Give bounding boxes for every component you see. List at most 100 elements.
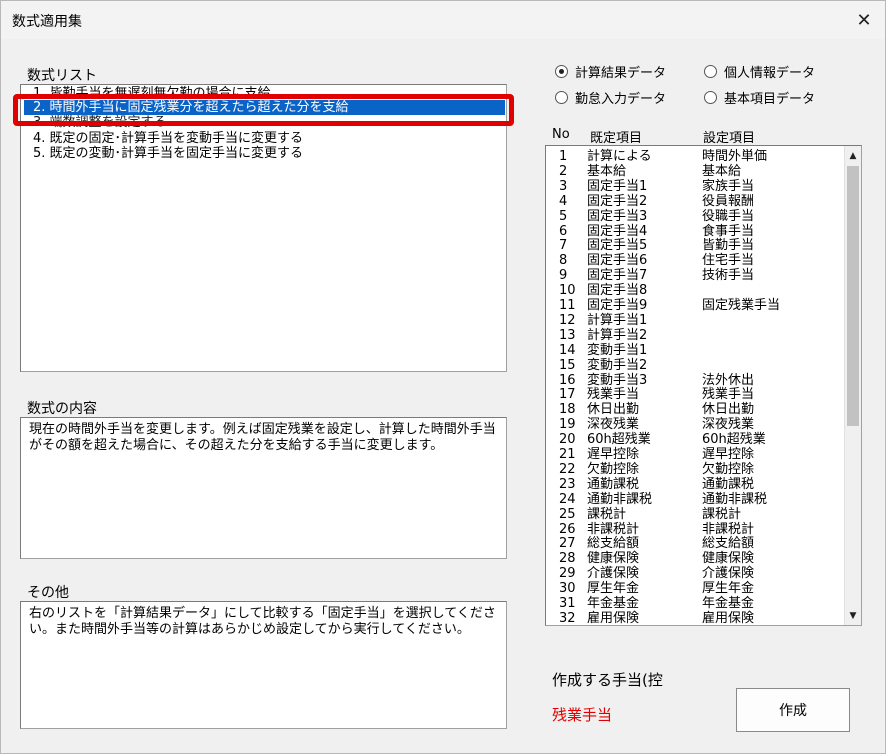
row-default-item: 残業手当 [587, 387, 640, 403]
table-row[interactable]: 14 変動手当1 [546, 343, 844, 358]
table-row[interactable]: 21 遅早控除 遅早控除 [546, 447, 844, 462]
other-box[interactable]: 右のリストを「計算結果データ」にして比較する「固定手当」を選択してください。また… [20, 601, 507, 729]
row-setting-item: 遅早控除 [702, 447, 755, 462]
row-setting-item: 技術手当 [702, 268, 755, 284]
table-row[interactable]: 4 固定手当2 役員報酬 [546, 194, 844, 209]
row-number: 2 [559, 163, 568, 179]
row-setting-item: 通勤非課税 [702, 491, 768, 507]
window-title: 数式適用集 [12, 14, 82, 30]
row-number: 19 [559, 417, 576, 433]
radio-indicator [555, 65, 568, 78]
table-row[interactable]: 19 深夜残業 深夜残業 [546, 417, 844, 432]
row-default-item: 総支給額 [587, 536, 640, 552]
row-default-item: 計算手当1 [587, 312, 648, 328]
table-row[interactable]: 28 健康保険 健康保険 [546, 551, 844, 566]
vertical-scrollbar[interactable]: ▲ ▼ [844, 146, 861, 625]
row-default-item: 計算手当2 [587, 327, 648, 343]
row-default-item: 欠勤控除 [587, 461, 640, 477]
table-row[interactable]: 24 通勤非課税 通勤非課税 [546, 492, 844, 507]
list-item[interactable]: 1. 皆勤手当を無遅刻無欠勤の場合に支給 [33, 86, 271, 101]
item-listbox[interactable]: 1 計算による 時間外単価 2 基本給 基本給 3 固定手当1 家族手当 4 固定手当2 役員報酬 5 固… [545, 145, 862, 626]
formula-listbox[interactable]: 1. 皆勤手当を無遅刻無欠勤の場合に支給 2. 時間外手当に固定残業分を超えたら… [20, 84, 507, 372]
create-button[interactable]: 作成 [736, 688, 850, 732]
table-row[interactable]: 6 固定手当4 食事手当 [546, 224, 844, 239]
table-row[interactable]: 18 休日出勤 休日出勤 [546, 402, 844, 417]
row-number: 30 [559, 581, 576, 597]
row-number: 13 [559, 327, 576, 343]
table-row[interactable]: 27 総支給額 総支給額 [546, 536, 844, 551]
row-number: 5 [559, 208, 568, 224]
row-number: 15 [559, 357, 576, 373]
table-row[interactable]: 7 固定手当5 皆勤手当 [546, 238, 844, 253]
table-row[interactable]: 8 固定手当6 住宅手当 [546, 253, 844, 268]
row-default-item: 通勤非課税 [587, 491, 653, 507]
radio-indicator [704, 91, 717, 104]
radio-indicator [555, 91, 568, 104]
table-row[interactable]: 15 変動手当2 [546, 358, 844, 373]
scroll-up-button[interactable]: ▲ [845, 147, 861, 164]
row-default-item: 固定手当5 [587, 238, 648, 254]
radio-calc-result[interactable]: 計算結果データ [555, 62, 666, 81]
formula-content-box[interactable]: 現在の時間外手当を変更します。例えば固定残業を設定し、計算した時間外手当がその額… [20, 417, 507, 559]
list-item[interactable]: 5. 既定の変動･計算手当を固定手当に変更する [33, 146, 303, 161]
list-item[interactable]: 4. 既定の固定･計算手当を変動手当に変更する [33, 131, 303, 146]
scroll-thumb[interactable] [847, 166, 859, 426]
row-default-item: 非課税計 [587, 521, 640, 537]
row-default-item: 基本給 [587, 163, 627, 179]
other-label: その他 [27, 585, 69, 601]
row-setting-item: 時間外単価 [702, 149, 768, 164]
dialog-window: 数式適用集 ✕ 数式リスト 1. 皆勤手当を無遅刻無欠勤の場合に支給 2. 時間… [0, 0, 886, 754]
row-number: 4 [559, 193, 568, 209]
row-number: 29 [559, 566, 576, 582]
close-button[interactable]: ✕ [851, 7, 877, 33]
row-number: 32 [559, 610, 576, 626]
table-row[interactable]: 17 残業手当 残業手当 [546, 387, 844, 402]
table-row[interactable]: 5 固定手当3 役職手当 [546, 209, 844, 224]
table-row[interactable]: 22 欠勤控除 欠勤控除 [546, 462, 844, 477]
formula-list-label: 数式リスト [27, 68, 97, 84]
row-default-item: 課税計 [587, 506, 627, 522]
list-item-selected[interactable]: 2. 時間外手当に固定残業分を超えたら超えた分を支給 [24, 100, 505, 115]
table-row[interactable]: 26 非課税計 非課税計 [546, 522, 844, 537]
table-row[interactable]: 9 固定手当7 技術手当 [546, 268, 844, 283]
row-default-item: 遅早控除 [587, 447, 640, 462]
table-row[interactable]: 12 計算手当1 [546, 313, 844, 328]
row-number: 22 [559, 461, 576, 477]
table-row[interactable]: 31 年金基金 年金基金 [546, 596, 844, 611]
list-item[interactable]: 3. 端数調整を設定する [33, 115, 167, 130]
table-row[interactable]: 23 通勤課税 通勤課税 [546, 477, 844, 492]
table-row[interactable]: 20 60h超残業 60h超残業 [546, 432, 844, 447]
table-row[interactable]: 1 計算による 時間外単価 [546, 149, 844, 164]
table-row[interactable]: 3 固定手当1 家族手当 [546, 179, 844, 194]
row-default-item: 固定手当8 [587, 283, 648, 299]
row-default-item: 変動手当2 [587, 357, 648, 373]
row-number: 1 [559, 149, 568, 164]
table-row[interactable]: 25 課税計 課税計 [546, 507, 844, 522]
radio-label: 個人情報データ [724, 66, 816, 81]
radio-personal-info[interactable]: 個人情報データ [704, 62, 815, 81]
row-number: 14 [559, 342, 576, 358]
radio-attendance-input[interactable]: 勤怠入力データ [555, 88, 666, 107]
row-number: 23 [559, 476, 576, 492]
radio-basic-items[interactable]: 基本項目データ [704, 88, 815, 107]
row-setting-item: 皆勤手当 [702, 238, 755, 254]
row-number: 18 [559, 402, 576, 418]
row-number: 17 [559, 387, 576, 403]
table-row[interactable]: 16 変動手当3 法外休出 [546, 373, 844, 388]
table-row[interactable]: 13 計算手当2 [546, 328, 844, 343]
row-default-item: 固定手当3 [587, 208, 648, 224]
row-setting-item: 非課税計 [702, 521, 755, 537]
scroll-down-button[interactable]: ▼ [845, 607, 861, 624]
table-row[interactable]: 2 基本給 基本給 [546, 164, 844, 179]
table-row[interactable]: 30 厚生年金 厚生年金 [546, 581, 844, 596]
table-row[interactable]: 11 固定手当9 固定残業手当 [546, 298, 844, 313]
row-default-item: 固定手当7 [587, 268, 648, 284]
table-row[interactable]: 32 雇用保険 雇用保険 [546, 610, 844, 626]
row-number: 26 [559, 521, 576, 537]
table-row[interactable]: 29 介護保険 介護保険 [546, 566, 844, 581]
scroll-down-icon: ▼ [849, 610, 857, 621]
row-default-item: 深夜残業 [587, 417, 640, 433]
row-default-item: 固定手当6 [587, 253, 648, 269]
table-row[interactable]: 10 固定手当8 [546, 283, 844, 298]
formula-content-label: 数式の内容 [27, 401, 97, 417]
